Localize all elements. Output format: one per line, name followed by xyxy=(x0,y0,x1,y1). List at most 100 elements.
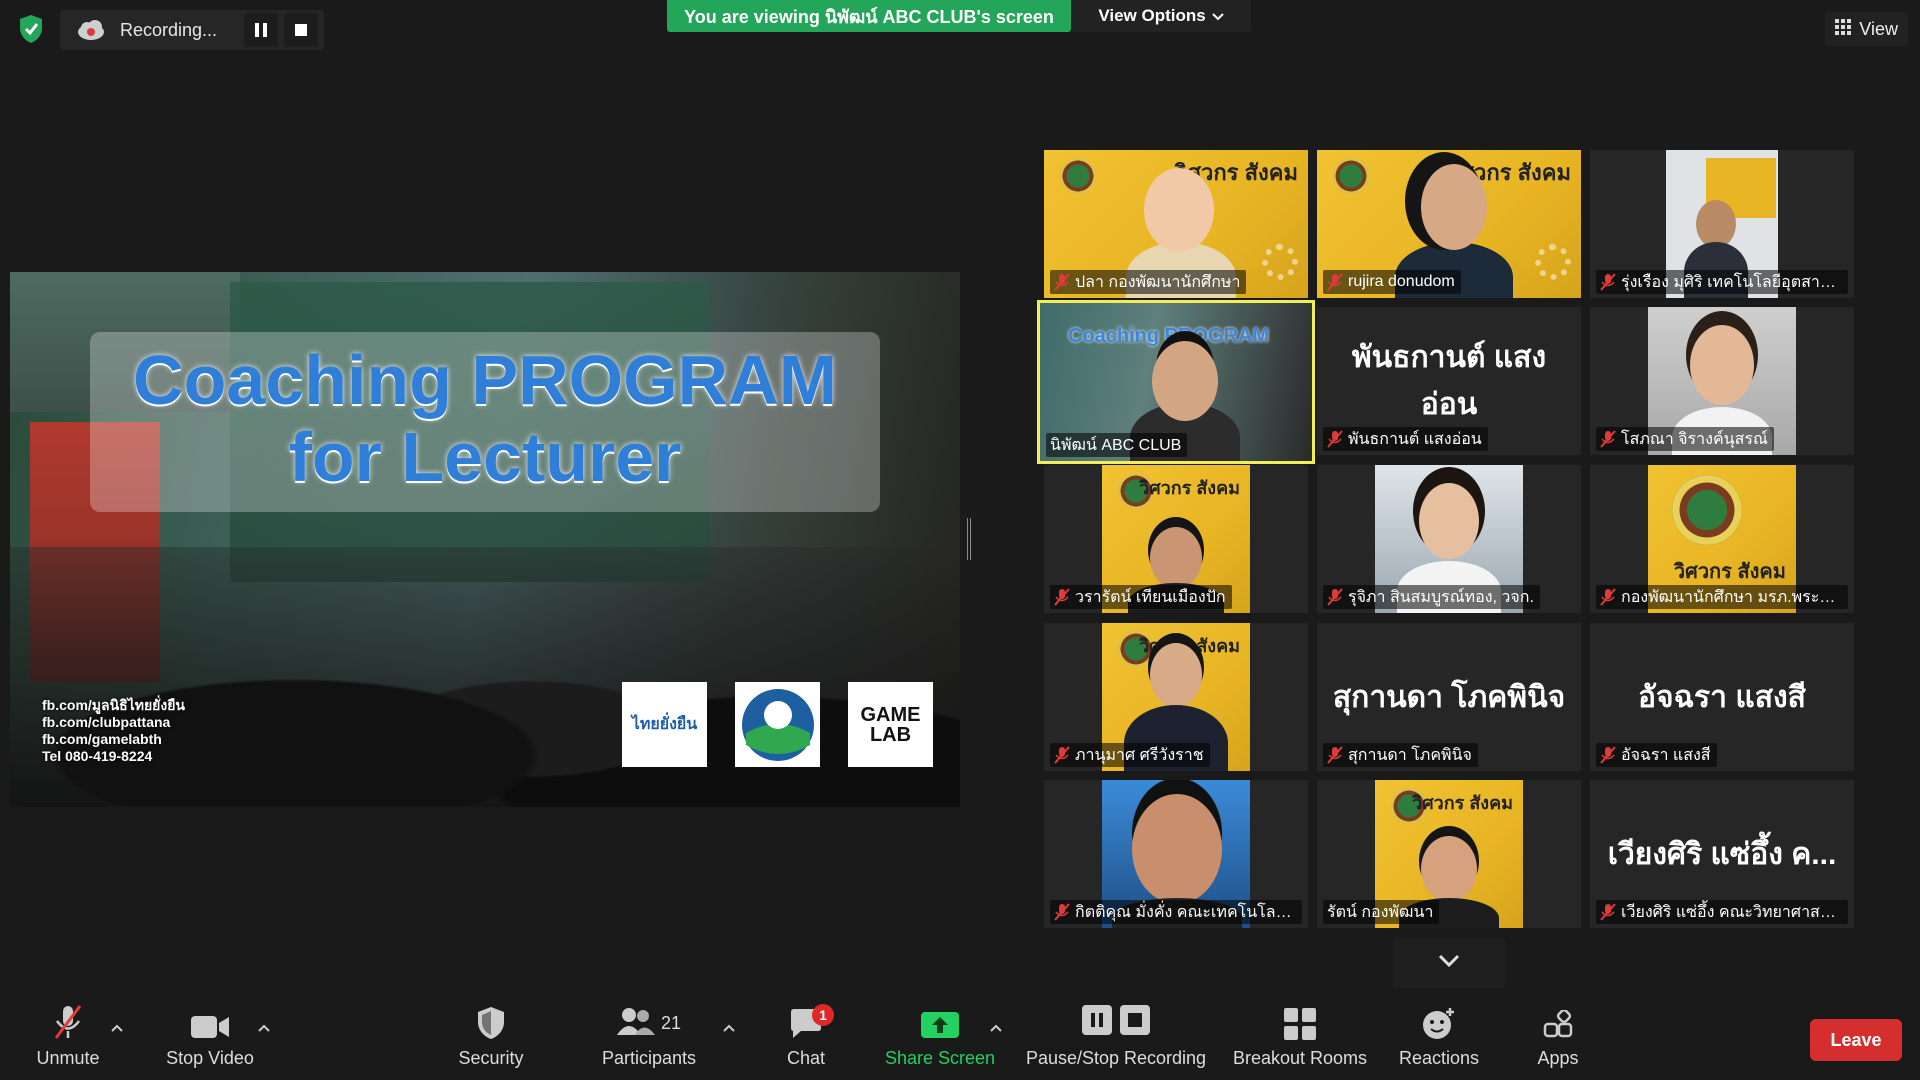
participant-tile[interactable]: วิศวกร สังคม ปลา กองพัฒนานักศึกษา xyxy=(1044,150,1308,298)
share-screen-button[interactable]: Share Screen xyxy=(880,998,1000,1080)
slide-title-line1: Coaching PROGRAM xyxy=(133,341,837,419)
chevron-down-icon xyxy=(1438,954,1460,973)
pause-stop-recording-button[interactable]: Pause/Stop Recording xyxy=(1022,998,1210,1080)
university-seal-icon xyxy=(1060,158,1096,194)
thai-yangyuen-logo: ไทยยั่งยืน xyxy=(622,682,707,767)
contact-line: Tel 080-419-8224 xyxy=(42,748,153,764)
stop-recording-button[interactable] xyxy=(284,13,318,47)
participant-tile[interactable]: รุ่งเรือง มุศิริ เทคโนโลยีอุตสาหกร... xyxy=(1590,150,1854,298)
person-face xyxy=(1150,527,1202,589)
muted-mic-icon xyxy=(1327,746,1343,764)
participant-tile[interactable]: อัจฉรา แสงสี อัจฉรา แสงสี xyxy=(1590,623,1854,771)
participants-count: 21 xyxy=(660,1013,682,1033)
view-button[interactable]: View xyxy=(1825,12,1908,46)
muted-mic-icon xyxy=(1327,430,1343,448)
participant-tile[interactable]: วิศวกร สังคม รัตน์ กองพัฒนา xyxy=(1317,780,1581,928)
participant-tile[interactable]: วิศวกร สังคม กองพัฒนานักศึกษา มรภ.พระนคร xyxy=(1590,465,1854,613)
viewing-banner: You are viewing นิพัฒน์ ABC CLUB's scree… xyxy=(667,0,1071,32)
muted-mic-icon xyxy=(1600,430,1616,448)
participants-button[interactable]: 21 Participants xyxy=(596,998,702,1080)
pause-stop-icon-group xyxy=(1082,998,1150,1044)
logo-text: LAB xyxy=(869,723,912,746)
participant-tile[interactable]: สุกานดา โภคพินิจ สุกานดา โภคพินิจ xyxy=(1317,623,1581,771)
participant-nameplate: สุกานดา โภคพินิจ xyxy=(1323,743,1478,767)
participant-name: ภานุมาศ ศรีวังราช xyxy=(1075,746,1204,764)
participant-name: สุกานดา โภคพินิจ xyxy=(1348,746,1472,764)
breakout-rooms-icon xyxy=(1284,998,1316,1044)
leave-button[interactable]: Leave xyxy=(1810,1019,1902,1061)
security-shield-icon[interactable] xyxy=(14,12,48,46)
pause-stop-label: Pause/Stop Recording xyxy=(1025,1048,1207,1068)
gallery-next-page-button[interactable] xyxy=(1393,938,1505,988)
apps-button[interactable]: Apps xyxy=(1518,998,1598,1080)
tile-brand: วิศวกร สังคม xyxy=(1139,478,1240,498)
muted-mic-icon xyxy=(1054,273,1070,291)
university-seal-icon xyxy=(1333,158,1369,194)
participant-name: rujira donudom xyxy=(1348,273,1455,290)
participant-nameplate: เวียงศิริ แซ่อึ้ง คณะวิทยาศาสต... xyxy=(1596,900,1848,924)
person-face xyxy=(1421,836,1477,902)
gear-icon xyxy=(1262,244,1298,280)
slide-contacts: fb.com/มูลนิธิไทยยั่งยืน fb.com/clubpatt… xyxy=(42,697,185,765)
person-face xyxy=(1152,341,1218,421)
participant-nameplate: วรารัตน์ เทียนเมืองปัก xyxy=(1050,585,1232,609)
muted-mic-icon xyxy=(1600,903,1616,921)
breakout-rooms-button[interactable]: Breakout Rooms xyxy=(1228,998,1372,1080)
muted-mic-icon xyxy=(52,998,84,1044)
muted-mic-icon xyxy=(1327,273,1343,291)
contact-line: fb.com/มูลนิธิไทยยั่งยืน xyxy=(42,697,185,713)
participant-nameplate: รุ่งเรือง มุศิริ เทคโนโลยีอุตสาหกร... xyxy=(1596,270,1848,294)
person-face xyxy=(1419,483,1479,559)
unmute-button[interactable]: Unmute xyxy=(22,998,114,1080)
view-options-button[interactable]: View Options xyxy=(1071,0,1251,32)
participant-tile[interactable]: เวียงศิริ แซ่อึ้ง ค... เวียงศิริ แซ่อึ้ง… xyxy=(1590,780,1854,928)
muted-mic-icon xyxy=(1600,273,1616,291)
audio-options-caret-icon[interactable] xyxy=(107,1018,127,1038)
contact-line: fb.com/gamelabth xyxy=(42,731,162,747)
participant-name: นิพัฒน์ ABC CLUB xyxy=(1050,436,1182,454)
pause-icon xyxy=(1082,1005,1112,1040)
muted-mic-icon xyxy=(1600,746,1616,764)
participant-name: รุ่งเรือง มุศิริ เทคโนโลยีอุตสาหกร... xyxy=(1621,273,1842,291)
participant-tile[interactable]: วิศวกร สังคม วรารัตน์ เทียนเมืองปัก xyxy=(1044,465,1308,613)
resize-handle[interactable] xyxy=(967,518,971,560)
chat-label: Chat xyxy=(786,1048,826,1068)
reactions-button[interactable]: Reactions xyxy=(1388,998,1490,1080)
active-speaker-tile[interactable]: Coaching PROGRAM นิพัฒน์ ABC CLUB xyxy=(1037,300,1315,464)
participant-tile[interactable]: กิตติคุณ มั่งคั่ง คณะเทคโนโลยีอุ... xyxy=(1044,780,1308,928)
share-options-caret-icon[interactable] xyxy=(986,1018,1006,1038)
participants-options-caret-icon[interactable] xyxy=(719,1018,739,1038)
shared-screen[interactable]: Coaching PROGRAM for Lecturer fb.com/มูล… xyxy=(10,272,960,807)
recording-label: Recording... xyxy=(120,19,218,40)
participant-tile[interactable]: วิศวกร สังคม rujira donudom xyxy=(1317,150,1581,298)
person-face xyxy=(1132,794,1222,904)
recording-indicator: Recording... xyxy=(60,10,324,50)
pause-recording-button[interactable] xyxy=(244,13,278,47)
person-face xyxy=(1150,643,1202,707)
shield-icon xyxy=(476,998,506,1044)
stop-video-button[interactable]: Stop Video xyxy=(160,998,260,1080)
logo-text: GAME xyxy=(860,703,921,726)
video-options-caret-icon[interactable] xyxy=(254,1018,274,1038)
person-face xyxy=(1421,164,1487,250)
tile-brand: วิศวกร สังคม xyxy=(1412,793,1513,813)
club-pattana-logo xyxy=(735,682,820,767)
participant-tile[interactable]: วิศวกร สังคม ภานุมาศ ศรีวังราช xyxy=(1044,623,1308,771)
participant-name: โสภณา จิรางค์นุสรณ์ xyxy=(1621,430,1768,448)
meeting-toolbar: Unmute Stop Video Security 21 Participan… xyxy=(0,998,1920,1080)
participant-name: วรารัตน์ เทียนเมืองปัก xyxy=(1075,588,1226,606)
view-options-label: View Options xyxy=(1098,6,1206,25)
participant-tile[interactable]: พันธกานต์ แสงอ่อน พันธกานต์ แสงอ่อน xyxy=(1317,307,1581,455)
participants-icon-group: 21 xyxy=(616,998,682,1044)
security-button[interactable]: Security xyxy=(446,998,536,1080)
participant-tile[interactable]: โสภณา จิรางค์นุสรณ์ xyxy=(1590,307,1854,455)
participant-name: ปลา กองพัฒนานักศึกษา xyxy=(1075,273,1241,291)
participant-name: กิตติคุณ มั่งคั่ง คณะเทคโนโลยีอุ... xyxy=(1075,903,1296,921)
participant-tile[interactable]: รุจิภา สินสมบูรณ์ทอง, วจก. xyxy=(1317,465,1581,613)
muted-mic-icon xyxy=(1054,746,1070,764)
students-silhouettes xyxy=(10,547,960,807)
chevron-down-icon xyxy=(1211,6,1224,26)
participant-name: กองพัฒนานักศึกษา มรภ.พระนคร xyxy=(1621,588,1842,606)
participant-nameplate: ภานุมาศ ศรีวังราช xyxy=(1050,743,1210,767)
participant-nameplate: กิตติคุณ มั่งคั่ง คณะเทคโนโลยีอุ... xyxy=(1050,900,1302,924)
